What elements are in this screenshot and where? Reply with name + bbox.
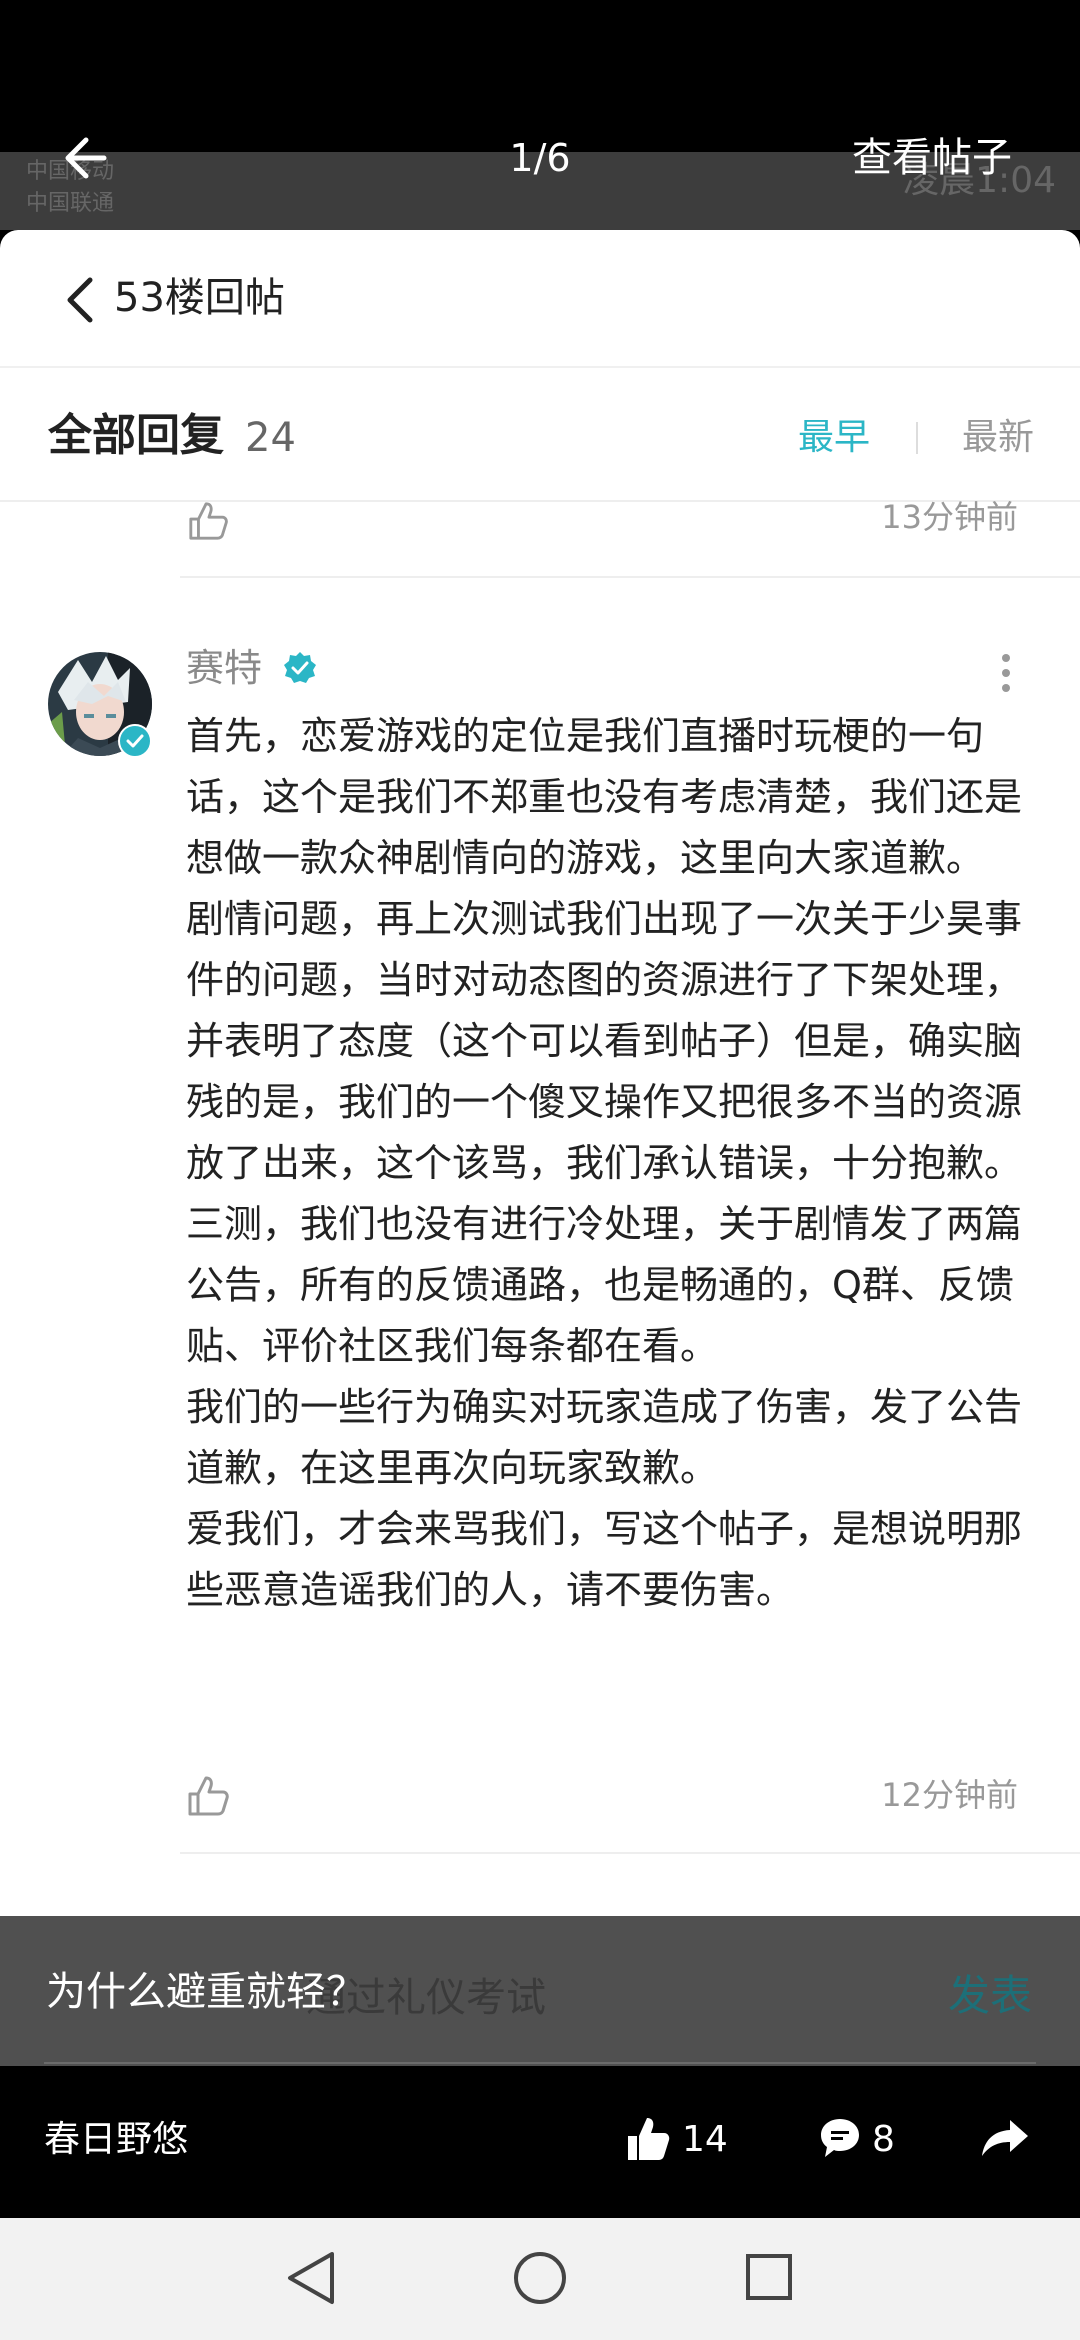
divider xyxy=(180,1852,1080,1854)
like-count: 14 xyxy=(682,2119,728,2160)
chevron-left-icon xyxy=(67,277,93,323)
card-header: 53楼回帖 xyxy=(0,230,1080,368)
author-name[interactable]: 赛特 xyxy=(186,640,262,696)
sort-latest-tab[interactable]: 最新 xyxy=(962,410,1034,466)
nav-home-icon[interactable] xyxy=(512,2250,568,2306)
reply-content: 首先，恋爱游戏的定位是我们直播时玩梗的一句话，这个是我们不郑重也没有考虑清楚，我… xyxy=(186,706,1032,1621)
image-counter: 1/6 xyxy=(509,136,571,180)
replies-count: 24 xyxy=(245,415,296,461)
divider xyxy=(180,576,1080,578)
reply-paragraph: 爱我们，才会来骂我们，写这个帖子，是想说明那些恶意造谣我们的人，请不要伤害。 xyxy=(186,1507,1023,1612)
thumbs-up-outline-icon xyxy=(189,502,228,540)
page-title: 53楼回帖 xyxy=(114,275,285,321)
more-options-icon[interactable] xyxy=(992,648,1020,698)
thumbs-up-outline-icon xyxy=(188,1776,229,1816)
nav-recent-apps-icon[interactable] xyxy=(744,2252,794,2302)
background-send-button: 发表 xyxy=(947,1971,1032,2020)
nav-back-icon[interactable] xyxy=(284,2248,338,2308)
reply-paragraph: 首先，恋爱游戏的定位是我们直播时玩梗的一句话，这个是我们不郑重也没有考虑清楚，我… xyxy=(186,714,1023,880)
thumbs-up-icon[interactable] xyxy=(626,2114,670,2162)
avatar-verified-icon xyxy=(118,724,152,758)
replies-sort-bar: 全部回复 24 最早 最新 xyxy=(0,368,1080,502)
system-navigation-bar xyxy=(0,2218,1080,2340)
view-post-button[interactable]: 查看帖子 xyxy=(852,130,1012,186)
comment-count: 8 xyxy=(872,2119,895,2160)
reply-paragraph: 我们的一些行为确实对玩家造成了伤害，发了公告道歉，在这里再次向玩家致歉。 xyxy=(186,1385,1023,1490)
reply-paragraph: 剧情问题，再上次测试我们出现了一次关于少昊事件的问题，当时对动态图的资源进行了下… xyxy=(186,897,1023,1185)
prev-reply-time: 13分钟前 xyxy=(881,498,1018,536)
prev-reply-like-button[interactable] xyxy=(186,500,230,542)
card-back-button[interactable] xyxy=(60,272,100,328)
reply-like-button[interactable] xyxy=(186,1774,230,1818)
sort-divider xyxy=(916,422,918,454)
share-icon[interactable] xyxy=(980,2118,1030,2158)
reply-paragraph: 三测，我们也没有进行冷处理，关于剧情发了两篇公告，所有的反馈通路，也是畅通的，Q… xyxy=(186,1202,1023,1368)
sort-earliest-tab[interactable]: 最早 xyxy=(798,410,870,466)
bottom-action-bar: 春日野悠 14 8 xyxy=(0,2066,1080,2218)
comment-icon[interactable] xyxy=(818,2116,862,2160)
viewer-back-button[interactable] xyxy=(58,128,118,188)
image-caption: 为什么避重就轻？ xyxy=(46,1969,366,2015)
reply-detail-card: 53楼回帖 全部回复 24 最早 最新 13分钟前 赛特 首先，恋爱游戏的定位是… xyxy=(0,230,1080,1916)
arrow-left-icon xyxy=(65,137,107,179)
caption-divider xyxy=(44,2062,1036,2064)
poster-name[interactable]: 春日野悠 xyxy=(44,2112,188,2168)
all-replies-heading: 全部回复 xyxy=(48,410,224,461)
verified-badge-icon xyxy=(282,650,318,686)
caption-band: 通过礼仪考试 发表 为什么避重就轻？ xyxy=(0,1916,1080,2066)
reply-time: 12分钟前 xyxy=(881,1776,1018,1814)
